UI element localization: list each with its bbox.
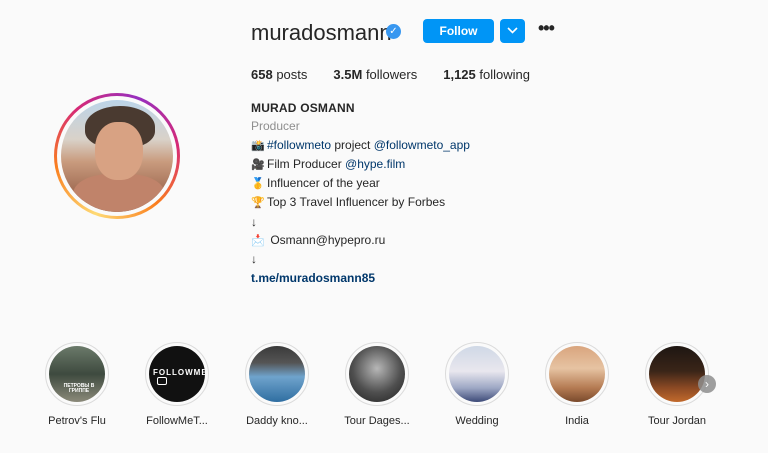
highlight-label: FollowMeT... [146,415,208,427]
bio-line: 🎥 Film Producer @hype.film [251,155,571,174]
following-stat[interactable]: 1,125 following [443,67,530,82]
bio-email: Osmann@hypepro.ru [267,233,386,248]
bio-line: 📩 Osmann@hypepro.ru [251,231,571,250]
arrow-down-icon: ↓ [251,214,257,229]
following-label: following [479,67,530,82]
trophy-emoji-icon: 🏆 [251,197,265,210]
verified-badge-icon: ✓ [386,24,401,39]
highlight-label: Tour Jordan [647,415,707,427]
highlight-ring: ПЕТРОВЫ В ГРИППЕ [45,342,109,406]
medal-emoji-icon: 🥇 [251,178,265,191]
bio-line: 🥇 Influencer of the year [251,174,571,193]
highlight-item[interactable]: Wedding [440,342,514,427]
bio-text: Top 3 Travel Influencer by Forbes [267,195,446,210]
highlight-cover: FOLLOWMETO [149,346,205,402]
followers-count: 3.5M [333,67,363,82]
more-options-icon[interactable]: ••• [538,19,558,38]
highlight-label: India [565,415,589,427]
highlight-ring: FOLLOWMETO [145,342,209,406]
highlight-ring [345,342,409,406]
highlight-cover [549,346,605,402]
profile-stats: 658 posts 3.5M followers 1,125 following [251,67,556,82]
highlight-item[interactable]: India [540,342,614,427]
posts-stat: 658 posts [251,67,307,82]
hashtag-link[interactable]: #followmeto [267,138,331,152]
highlight-label: Wedding [455,415,499,427]
profile-username: muradosmann [251,20,392,45]
avatar-face-shape [95,122,143,180]
mention-link[interactable]: @followmeto_app [374,138,470,152]
highlight-label: Tour Dages... [344,415,410,427]
highlight-ring [445,342,509,406]
arrow-down-icon: ↓ [251,252,257,267]
highlight-cover: ПЕТРОВЫ В ГРИППЕ [49,346,105,402]
highlight-cover [249,346,305,402]
highlight-cover-text: FOLLOWMETO [153,368,205,377]
highlight-ring [645,342,709,406]
mention-link[interactable]: @hype.film [345,157,405,171]
posts-count: 658 [251,67,273,82]
profile-full-name: MURAD OSMANN [251,101,355,115]
camera-emoji-icon: 📸 [251,139,265,152]
highlight-item[interactable]: ПЕТРОВЫ В ГРИППЕ Petrov's Flu [40,342,114,427]
suggested-accounts-dropdown-button[interactable] [500,19,525,43]
followers-stat[interactable]: 3.5M followers [333,67,417,82]
camera-icon [157,377,167,385]
profile-bio: MURAD OSMANN Producer 📸 #followmeto proje… [251,99,571,287]
chevron-right-icon[interactable]: › [698,375,716,393]
bio-text: Influencer of the year [267,176,380,191]
posts-label: posts [276,67,308,82]
highlight-label: Daddy kno... [246,415,308,427]
bio-line: 📸 #followmeto project @followmeto_app [251,136,571,155]
highlight-ring [245,342,309,406]
bio-line: 🏆 Top 3 Travel Influencer by Forbes [251,193,571,212]
highlight-label: Petrov's Flu [48,415,106,427]
avatar-image [61,100,173,212]
highlight-item[interactable]: Tour Dages... [340,342,414,427]
avatar-border [57,96,177,216]
profile-avatar[interactable] [54,93,180,219]
profile-category: Producer [251,119,300,134]
story-highlights: ПЕТРОВЫ В ГРИППЕ Petrov's Flu FOLLOWMETO… [40,342,740,442]
highlight-cover [349,346,405,402]
highlight-cover-text: ПЕТРОВЫ В ГРИППЕ [63,383,95,394]
following-count: 1,125 [443,67,476,82]
chevron-down-icon [507,27,518,34]
followers-label: followers [365,67,418,82]
highlight-item[interactable]: FOLLOWMETO FollowMeT... [140,342,214,427]
highlight-cover [449,346,505,402]
profile-external-link[interactable]: t.me/muradosmann85 [251,271,375,285]
highlight-ring [545,342,609,406]
highlight-cover [649,346,705,402]
follow-button[interactable]: Follow [423,19,494,43]
bio-text: Film Producer [267,156,346,171]
movie-camera-emoji-icon: 🎥 [251,158,265,171]
bio-text: project [331,137,374,152]
envelope-emoji-icon: 📩 [251,235,265,248]
highlight-item[interactable]: Daddy kno... [240,342,314,427]
